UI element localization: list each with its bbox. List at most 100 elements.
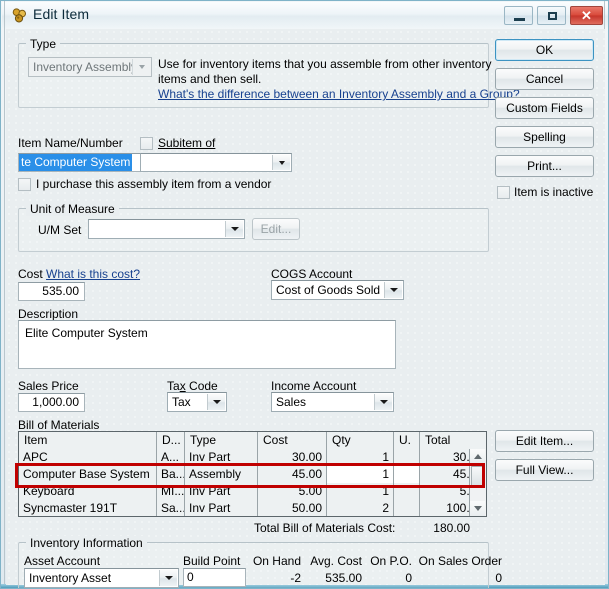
cell-item: APC [19, 449, 157, 466]
asset-account-dropdown[interactable]: Inventory Asset [24, 568, 179, 588]
custom-fields-button[interactable]: Custom Fields [495, 97, 594, 119]
cell-type: Inv Part [185, 483, 258, 500]
bom-total-label: Total Bill of Materials Cost: [254, 521, 396, 535]
sales-price-input[interactable]: 1,000.00 [18, 393, 85, 412]
cogs-account-dropdown[interactable]: Cost of Goods Sold [271, 280, 404, 300]
column-header-cost[interactable]: Cost [258, 432, 327, 449]
chevron-down-icon [159, 570, 177, 586]
sales-price-label: Sales Price [18, 379, 79, 393]
chevron-down-icon [132, 59, 150, 75]
income-account-label: Income Account [271, 379, 357, 393]
subitem-of-label-text: Subitem of [158, 136, 216, 150]
cell-cost: 45.00 [258, 466, 327, 483]
type-dropdown[interactable]: Inventory Assembly [28, 57, 152, 77]
chevron-down-icon [384, 282, 402, 298]
cost-label: Cost [18, 267, 43, 281]
purchase-from-vendor-checkbox[interactable] [18, 178, 31, 191]
purchase-from-vendor-label: I purchase this assembly item from a ven… [36, 177, 272, 191]
description-label: Description [18, 307, 79, 321]
chevron-down-icon [374, 394, 392, 410]
cell-desc: Ba... [157, 466, 185, 483]
um-set-dropdown[interactable] [88, 219, 245, 239]
item-is-inactive-label: Item is inactive [514, 185, 594, 199]
table-vertical-scrollbar[interactable] [469, 449, 486, 516]
scroll-down-button[interactable] [470, 501, 485, 516]
table-row[interactable]: Computer Base System Ba... Assembly 45.0… [19, 466, 486, 483]
on-sales-order-value: 0 [495, 571, 502, 585]
cell-um [394, 449, 420, 466]
item-name-label: Item Name/Number [18, 136, 123, 150]
full-view-button[interactable]: Full View... [495, 459, 594, 481]
dialog-body: Type Inventory Assembly Use for inventor… [6, 29, 605, 588]
asset-account-value: Inventory Asset [29, 571, 112, 585]
cell-qty: 1 [327, 466, 394, 483]
table-row[interactable]: Keyboard MI... Inv Part 5.00 1 5.00 [19, 483, 486, 500]
column-header-type[interactable]: Type [185, 432, 258, 449]
on-hand-label: On Hand [252, 554, 301, 568]
cogs-account-label: COGS Account [271, 267, 353, 281]
cell-um [394, 500, 420, 516]
table-row[interactable]: APC A... Inv Part 30.00 1 30.00 [19, 449, 486, 466]
column-header-um[interactable]: U. [394, 432, 420, 449]
table-row[interactable]: Syncmaster 191T Sa... Inv Part 50.00 2 1… [19, 500, 486, 516]
cell-desc: MI... [157, 483, 185, 500]
income-account-value: Sales [276, 395, 307, 409]
triangle-down-icon [473, 506, 482, 511]
cell-qty: 2 [327, 500, 394, 516]
assembly-vs-group-link[interactable]: What's the difference between an Invento… [158, 87, 520, 101]
on-po-label: On P.O. [370, 554, 412, 568]
build-point-input[interactable]: 0 [183, 568, 246, 587]
ok-button[interactable]: OK [495, 39, 594, 61]
type-help-line-2: items and then sell. [158, 72, 262, 86]
column-header-desc[interactable]: D... [157, 432, 185, 449]
scroll-up-button[interactable] [470, 449, 485, 464]
what-is-this-cost-link[interactable]: What is this cost? [46, 267, 140, 281]
column-header-item[interactable]: Item [19, 432, 157, 449]
tax-code-dropdown[interactable]: Tax [167, 392, 227, 412]
bill-of-materials-table[interactable]: Item D... Type Cost Qty U. Total APC A..… [18, 431, 487, 517]
on-po-value: 0 [405, 571, 412, 585]
cell-cost: 50.00 [258, 500, 327, 516]
subitem-of-dropdown[interactable] [140, 153, 292, 172]
on-hand-value: -2 [290, 571, 301, 585]
subitem-of-checkbox[interactable] [140, 137, 153, 150]
cell-desc: Sa... [157, 500, 185, 516]
cost-input[interactable]: 535.00 [18, 282, 85, 301]
item-name-value: te Computer System [19, 154, 133, 171]
edit-item-button[interactable]: Edit Item... [495, 430, 594, 452]
tax-code-value: Tax [172, 395, 191, 409]
cell-item: Syncmaster 191T [19, 500, 157, 516]
cell-cost: 30.00 [258, 449, 327, 466]
asset-account-label: Asset Account [24, 554, 101, 568]
spelling-button[interactable]: Spelling [495, 126, 594, 148]
bill-of-materials-label: Bill of Materials [18, 418, 100, 432]
item-is-inactive-checkbox[interactable] [497, 186, 510, 199]
cancel-button[interactable]: Cancel [495, 68, 594, 90]
cell-qty: 1 [327, 449, 394, 466]
cell-desc: A... [157, 449, 185, 466]
cell-item: Keyboard [19, 483, 157, 500]
triangle-up-icon [473, 454, 482, 459]
column-header-total[interactable]: Total [420, 432, 486, 449]
item-name-input[interactable]: te Computer System [18, 153, 143, 172]
column-header-qty[interactable]: Qty [327, 432, 394, 449]
subitem-of-label: Subitem of [158, 136, 215, 150]
avg-cost-label: Avg. Cost [310, 554, 362, 568]
avg-cost-value: 535.00 [325, 571, 362, 585]
cell-type: Inv Part [185, 500, 258, 516]
cell-type: Assembly [185, 466, 258, 483]
table-header-row: Item D... Type Cost Qty U. Total [19, 432, 486, 450]
cell-item: Computer Base System [19, 466, 157, 483]
income-account-dropdown[interactable]: Sales [271, 392, 394, 412]
description-textarea[interactable]: Elite Computer System [18, 320, 396, 369]
cell-cost: 5.00 [258, 483, 327, 500]
scrollbar-thumb[interactable] [471, 466, 484, 488]
chevron-down-icon [225, 221, 243, 237]
chevron-down-icon [272, 155, 290, 170]
unit-of-measure-legend: Unit of Measure [26, 202, 119, 216]
cell-type: Inv Part [185, 449, 258, 466]
tax-code-label: Tax Code [167, 379, 218, 393]
um-edit-button[interactable]: Edit... [252, 218, 300, 240]
on-sales-order-label: On Sales Order [418, 554, 502, 568]
print-button[interactable]: Print... [495, 155, 594, 177]
